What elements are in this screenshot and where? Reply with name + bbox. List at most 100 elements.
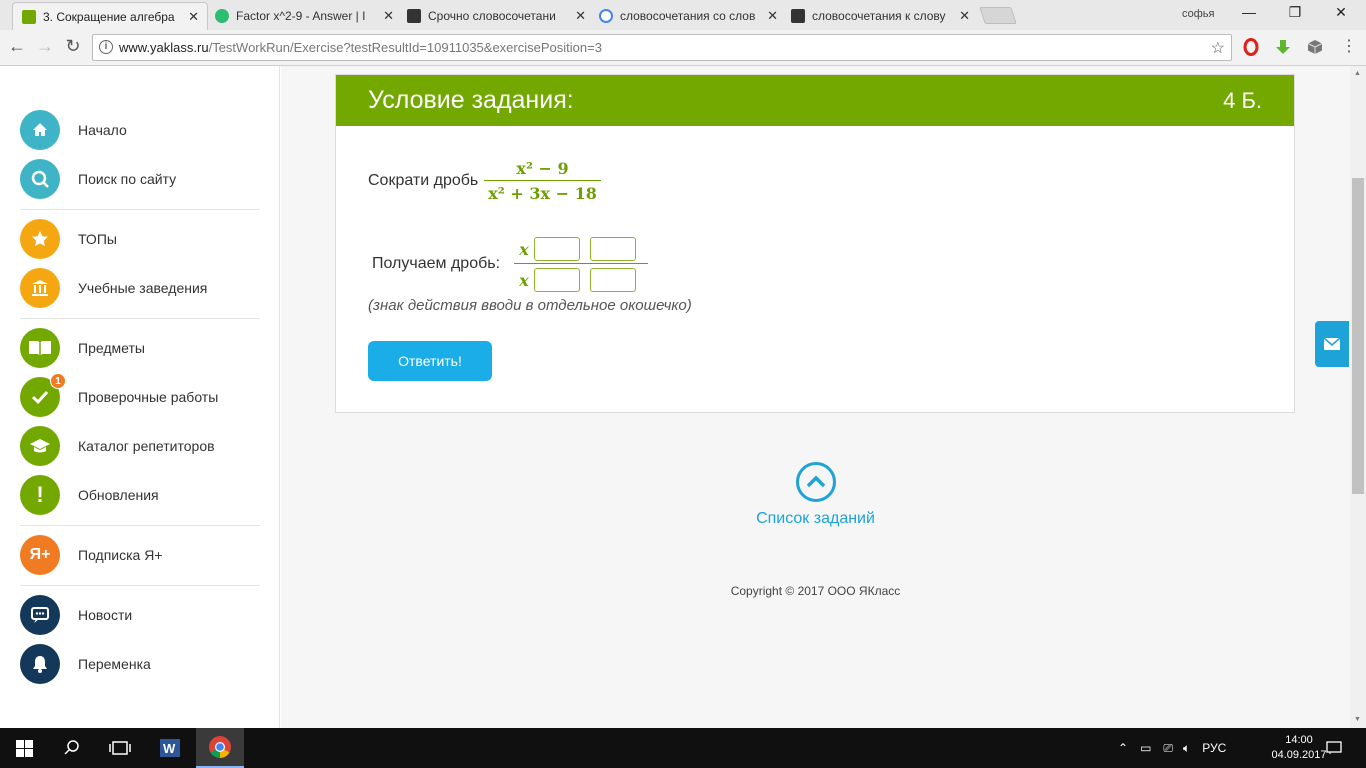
znanija-favicon-icon: [791, 9, 805, 23]
task-list-label[interactable]: Список заданий: [756, 510, 875, 528]
tab-factor[interactable]: Factor x^2-9 - Answer | I ✕: [206, 2, 402, 30]
system-tray: ⌃ ▭ ⎚ 🔈︎ РУС: [1118, 728, 1226, 768]
task-question: Сократи дробь x² − 9 x² + 3x − 18: [368, 159, 601, 203]
scrollbar-thumb[interactable]: [1352, 178, 1364, 494]
task-hint: (знак действия вводи в отдельное окошечк…: [368, 297, 692, 314]
sidebar: Начало Поиск по сайту ТОПы Учебные завед…: [0, 66, 280, 728]
denominator-sign-input[interactable]: [534, 268, 581, 292]
sidebar-divider: [20, 525, 260, 526]
sidebar-divider: [20, 318, 260, 319]
given-fraction: x² − 9 x² + 3x − 18: [484, 159, 601, 203]
clock-time: 14:00: [1285, 734, 1313, 746]
sidebar-item-subscription[interactable]: Я+ Подписка Я+: [20, 534, 260, 576]
task-title: Условие задания:: [368, 86, 574, 114]
volume-icon[interactable]: 🔈︎: [1183, 741, 1190, 756]
sidebar-item-tests[interactable]: 1 Проверочные работы: [20, 373, 260, 418]
task-list-link[interactable]: Список заданий: [281, 462, 1350, 528]
search-icon: [20, 159, 60, 199]
check-icon: 1: [20, 373, 66, 417]
tab-znanija-1[interactable]: Срочно словосочетани ✕: [398, 2, 594, 30]
sidebar-divider: [20, 585, 260, 586]
notifications-icon[interactable]: [1326, 728, 1342, 768]
battery-icon[interactable]: ▭: [1140, 741, 1151, 755]
word-app-icon[interactable]: W: [146, 728, 194, 768]
answer-prompt: Получаем дробь:: [372, 255, 501, 272]
close-icon[interactable]: ✕: [188, 9, 199, 25]
chevron-up-icon[interactable]: [795, 462, 836, 502]
task-view-icon[interactable]: [96, 728, 144, 768]
profile-name[interactable]: софья: [1182, 8, 1214, 20]
minimize-icon[interactable]: —: [1234, 4, 1264, 20]
back-arrow-icon[interactable]: ←: [6, 36, 28, 57]
main-content: Условие задания: 4 Б. Сократи дробь x² −…: [281, 66, 1350, 728]
close-icon[interactable]: ✕: [383, 8, 394, 24]
answer-numerator-row: x: [514, 235, 648, 263]
notification-badge: 1: [50, 373, 66, 389]
new-tab-button[interactable]: [979, 7, 1017, 24]
reload-icon[interactable]: ↻: [62, 36, 84, 57]
svg-text:W: W: [163, 741, 176, 756]
task-card: Условие задания: 4 Б. Сократи дробь x² −…: [335, 74, 1295, 413]
numerator-sign-input[interactable]: [534, 237, 581, 261]
feedback-mail-button[interactable]: [1315, 321, 1349, 367]
exclamation-icon: !: [20, 475, 60, 515]
mathway-favicon-icon: [215, 9, 229, 23]
window-close-icon[interactable]: ✕: [1326, 4, 1356, 21]
sidebar-item-tutors[interactable]: Каталог репетиторов: [20, 425, 260, 467]
cube-extension-icon[interactable]: [1306, 38, 1324, 56]
windows-start-icon[interactable]: [0, 728, 48, 768]
scroll-down-arrow-icon[interactable]: ▼: [1354, 716, 1361, 723]
sidebar-item-subjects[interactable]: Предметы: [20, 327, 260, 369]
task-points: 4 Б.: [1223, 87, 1262, 113]
fraction-denominator: x² + 3x − 18: [484, 180, 601, 203]
forward-arrow-icon[interactable]: →: [34, 36, 56, 57]
tab-google[interactable]: словосочетания со слов ✕: [590, 2, 786, 30]
denominator-variable: x: [519, 270, 529, 290]
graduation-cap-icon: [20, 426, 60, 466]
info-icon[interactable]: i: [99, 40, 113, 54]
browser-toolbar: ← → ↻ i www.yaklass.ru/TestWorkRun/Exerc…: [0, 30, 1366, 66]
restore-icon[interactable]: ❐: [1280, 4, 1310, 21]
sidebar-divider: [20, 209, 260, 210]
show-hidden-icons-icon[interactable]: ⌃: [1118, 741, 1128, 755]
ya-plus-icon: Я+: [20, 535, 60, 575]
answer-row: Получаем дробь: x x: [372, 235, 649, 293]
close-icon[interactable]: ✕: [959, 8, 970, 24]
scroll-up-arrow-icon[interactable]: ▲: [1354, 70, 1361, 77]
taskbar-clock[interactable]: 14:00 04.09.2017: [1270, 733, 1328, 763]
denominator-number-input[interactable]: [590, 268, 637, 292]
download-extension-icon[interactable]: [1274, 38, 1292, 56]
star-icon: [20, 219, 60, 259]
sidebar-item-home[interactable]: Начало: [20, 109, 260, 151]
tab-znanija-2[interactable]: словосочетания к слову ✕: [782, 2, 978, 30]
close-icon[interactable]: ✕: [767, 8, 778, 24]
clock-date: 04.09.2017: [1271, 749, 1327, 761]
chrome-app-icon[interactable]: [196, 728, 244, 768]
network-icon[interactable]: ⎚: [1163, 741, 1173, 756]
search-icon[interactable]: [48, 728, 96, 768]
language-indicator[interactable]: РУС: [1202, 741, 1226, 755]
bookmark-star-icon[interactable]: ☆: [1211, 38, 1225, 58]
windows-taskbar: W ⌃ ▭ ⎚ 🔈︎ РУС 14:00 04.09.2017: [0, 728, 1366, 768]
page-scrollbar[interactable]: ▲ ▼: [1350, 66, 1366, 728]
bell-icon: [20, 644, 60, 684]
task-prompt: Сократи дробь: [368, 172, 479, 189]
opera-extension-icon[interactable]: [1242, 38, 1260, 56]
task-header: Условие задания: 4 Б.: [336, 75, 1294, 126]
yaklass-favicon-icon: [22, 10, 36, 24]
sidebar-item-news[interactable]: Новости: [20, 594, 260, 636]
menu-kebab-icon[interactable]: ⋮: [1338, 36, 1360, 56]
answer-fraction: x x: [514, 235, 649, 293]
close-icon[interactable]: ✕: [575, 8, 586, 24]
sidebar-item-tops[interactable]: ТОПы: [20, 218, 260, 260]
sidebar-item-search[interactable]: Поиск по сайту: [20, 158, 260, 200]
tab-yaklass[interactable]: 3. Сокращение алгебра ✕: [12, 2, 208, 30]
numerator-variable: x: [519, 239, 529, 259]
address-bar[interactable]: i www.yaklass.ru/TestWorkRun/Exercise?te…: [92, 34, 1232, 61]
google-favicon-icon: [599, 9, 613, 23]
numerator-number-input[interactable]: [590, 237, 637, 261]
sidebar-item-updates[interactable]: ! Обновления: [20, 474, 260, 516]
sidebar-item-schools[interactable]: Учебные заведения: [20, 267, 260, 309]
sidebar-item-break[interactable]: Переменка: [20, 643, 260, 685]
submit-answer-button[interactable]: Ответить!: [368, 341, 492, 381]
